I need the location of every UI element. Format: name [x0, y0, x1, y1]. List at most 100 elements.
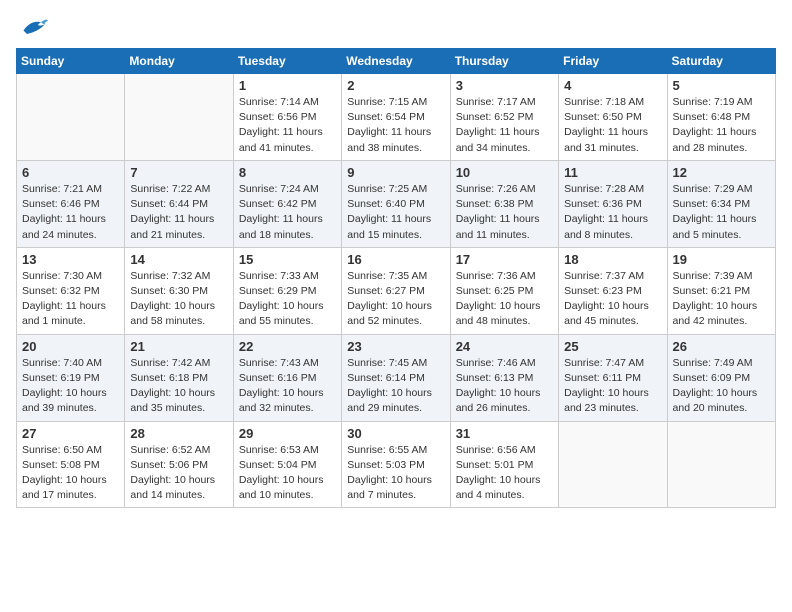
day-number: 4 [564, 78, 661, 93]
weekday-header-sunday: Sunday [17, 49, 125, 74]
day-info: Sunrise: 7:18 AM Sunset: 6:50 PM Dayligh… [564, 95, 661, 156]
day-info: Sunrise: 6:52 AM Sunset: 5:06 PM Dayligh… [130, 443, 227, 504]
day-number: 15 [239, 252, 336, 267]
day-info: Sunrise: 7:21 AM Sunset: 6:46 PM Dayligh… [22, 182, 119, 243]
calendar-cell: 27 Sunrise: 6:50 AM Sunset: 5:08 PM Dayli… [17, 421, 125, 508]
week-row-2: 6 Sunrise: 7:21 AM Sunset: 6:46 PM Daylig… [17, 160, 776, 247]
day-number: 9 [347, 165, 444, 180]
day-number: 24 [456, 339, 553, 354]
day-number: 25 [564, 339, 661, 354]
calendar-cell [667, 421, 775, 508]
calendar-cell: 9 Sunrise: 7:25 AM Sunset: 6:40 PM Daylig… [342, 160, 450, 247]
calendar-cell: 10Sunrise: 7:26 AM Sunset: 6:38 PM Dayli… [450, 160, 558, 247]
day-info: Sunrise: 7:30 AM Sunset: 6:32 PM Dayligh… [22, 269, 119, 330]
calendar-cell: 24 Sunrise: 7:46 AM Sunset: 6:13 PM Dayli… [450, 334, 558, 421]
calendar-cell: 21 Sunrise: 7:42 AM Sunset: 6:18 PM Dayli… [125, 334, 233, 421]
calendar-cell: 5Sunrise: 7:19 AM Sunset: 6:48 PM Daylig… [667, 74, 775, 161]
calendar-cell: 15 Sunrise: 7:33 AM Sunset: 6:29 PM Dayli… [233, 247, 341, 334]
calendar-cell: 3 Sunrise: 7:17 AM Sunset: 6:52 PM Daylig… [450, 74, 558, 161]
calendar-cell [17, 74, 125, 161]
day-number: 7 [130, 165, 227, 180]
day-info: Sunrise: 7:28 AM Sunset: 6:36 PM Dayligh… [564, 182, 661, 243]
weekday-header-thursday: Thursday [450, 49, 558, 74]
calendar-cell: 28 Sunrise: 6:52 AM Sunset: 5:06 PM Dayli… [125, 421, 233, 508]
calendar-cell: 25Sunrise: 7:47 AM Sunset: 6:11 PM Dayli… [559, 334, 667, 421]
calendar-cell: 19 Sunrise: 7:39 AM Sunset: 6:21 PM Dayli… [667, 247, 775, 334]
day-info: Sunrise: 7:39 AM Sunset: 6:21 PM Dayligh… [673, 269, 770, 330]
day-info: Sunrise: 7:14 AM Sunset: 6:56 PM Dayligh… [239, 95, 336, 156]
day-number: 1 [239, 78, 336, 93]
day-number: 23 [347, 339, 444, 354]
day-info: Sunrise: 7:42 AM Sunset: 6:18 PM Dayligh… [130, 356, 227, 417]
day-info: Sunrise: 6:53 AM Sunset: 5:04 PM Dayligh… [239, 443, 336, 504]
day-info: Sunrise: 6:50 AM Sunset: 5:08 PM Dayligh… [22, 443, 119, 504]
logo-bird-icon [20, 16, 48, 38]
calendar-cell: 11Sunrise: 7:28 AM Sunset: 6:36 PM Dayli… [559, 160, 667, 247]
week-row-5: 27 Sunrise: 6:50 AM Sunset: 5:08 PM Dayli… [17, 421, 776, 508]
day-info: Sunrise: 6:55 AM Sunset: 5:03 PM Dayligh… [347, 443, 444, 504]
calendar-cell: 30 Sunrise: 6:55 AM Sunset: 5:03 PM Dayli… [342, 421, 450, 508]
day-number: 22 [239, 339, 336, 354]
calendar-cell [125, 74, 233, 161]
weekday-header-wednesday: Wednesday [342, 49, 450, 74]
day-info: Sunrise: 7:15 AM Sunset: 6:54 PM Dayligh… [347, 95, 444, 156]
day-number: 8 [239, 165, 336, 180]
day-info: Sunrise: 7:17 AM Sunset: 6:52 PM Dayligh… [456, 95, 553, 156]
calendar-cell: 7Sunrise: 7:22 AM Sunset: 6:44 PM Daylig… [125, 160, 233, 247]
calendar-cell [559, 421, 667, 508]
calendar-cell: 6 Sunrise: 7:21 AM Sunset: 6:46 PM Daylig… [17, 160, 125, 247]
day-info: Sunrise: 7:40 AM Sunset: 6:19 PM Dayligh… [22, 356, 119, 417]
weekday-header-row: SundayMondayTuesdayWednesdayThursdayFrid… [17, 49, 776, 74]
day-number: 21 [130, 339, 227, 354]
day-number: 13 [22, 252, 119, 267]
day-number: 14 [130, 252, 227, 267]
day-info: Sunrise: 7:25 AM Sunset: 6:40 PM Dayligh… [347, 182, 444, 243]
day-info: Sunrise: 7:45 AM Sunset: 6:14 PM Dayligh… [347, 356, 444, 417]
day-number: 26 [673, 339, 770, 354]
calendar-cell: 4 Sunrise: 7:18 AM Sunset: 6:50 PM Daylig… [559, 74, 667, 161]
day-info: Sunrise: 7:46 AM Sunset: 6:13 PM Dayligh… [456, 356, 553, 417]
calendar-cell: 31 Sunrise: 6:56 AM Sunset: 5:01 PM Dayli… [450, 421, 558, 508]
day-number: 12 [673, 165, 770, 180]
calendar-cell: 8 Sunrise: 7:24 AM Sunset: 6:42 PM Daylig… [233, 160, 341, 247]
day-number: 19 [673, 252, 770, 267]
day-number: 3 [456, 78, 553, 93]
weekday-header-tuesday: Tuesday [233, 49, 341, 74]
page-header [16, 16, 776, 38]
day-info: Sunrise: 7:37 AM Sunset: 6:23 PM Dayligh… [564, 269, 661, 330]
calendar-cell: 14 Sunrise: 7:32 AM Sunset: 6:30 PM Dayli… [125, 247, 233, 334]
week-row-3: 13 Sunrise: 7:30 AM Sunset: 6:32 PM Dayli… [17, 247, 776, 334]
day-info: Sunrise: 7:29 AM Sunset: 6:34 PM Dayligh… [673, 182, 770, 243]
day-number: 27 [22, 426, 119, 441]
calendar-cell: 29 Sunrise: 6:53 AM Sunset: 5:04 PM Dayli… [233, 421, 341, 508]
calendar-cell: 12 Sunrise: 7:29 AM Sunset: 6:34 PM Dayli… [667, 160, 775, 247]
day-info: Sunrise: 7:24 AM Sunset: 6:42 PM Dayligh… [239, 182, 336, 243]
day-info: Sunrise: 7:35 AM Sunset: 6:27 PM Dayligh… [347, 269, 444, 330]
calendar-table: SundayMondayTuesdayWednesdayThursdayFrid… [16, 48, 776, 508]
day-number: 30 [347, 426, 444, 441]
day-number: 28 [130, 426, 227, 441]
day-info: Sunrise: 6:56 AM Sunset: 5:01 PM Dayligh… [456, 443, 553, 504]
day-number: 17 [456, 252, 553, 267]
week-row-1: 1 Sunrise: 7:14 AM Sunset: 6:56 PM Daylig… [17, 74, 776, 161]
calendar-cell: 23 Sunrise: 7:45 AM Sunset: 6:14 PM Dayli… [342, 334, 450, 421]
day-number: 18 [564, 252, 661, 267]
day-number: 29 [239, 426, 336, 441]
calendar-cell: 13 Sunrise: 7:30 AM Sunset: 6:32 PM Dayli… [17, 247, 125, 334]
day-info: Sunrise: 7:32 AM Sunset: 6:30 PM Dayligh… [130, 269, 227, 330]
calendar-cell: 2Sunrise: 7:15 AM Sunset: 6:54 PM Daylig… [342, 74, 450, 161]
weekday-header-saturday: Saturday [667, 49, 775, 74]
week-row-4: 20Sunrise: 7:40 AM Sunset: 6:19 PM Dayli… [17, 334, 776, 421]
calendar-cell: 26Sunrise: 7:49 AM Sunset: 6:09 PM Dayli… [667, 334, 775, 421]
calendar-cell: 17 Sunrise: 7:36 AM Sunset: 6:25 PM Dayli… [450, 247, 558, 334]
day-info: Sunrise: 7:36 AM Sunset: 6:25 PM Dayligh… [456, 269, 553, 330]
day-number: 31 [456, 426, 553, 441]
day-number: 6 [22, 165, 119, 180]
day-info: Sunrise: 7:43 AM Sunset: 6:16 PM Dayligh… [239, 356, 336, 417]
weekday-header-friday: Friday [559, 49, 667, 74]
day-info: Sunrise: 7:33 AM Sunset: 6:29 PM Dayligh… [239, 269, 336, 330]
logo [16, 16, 48, 38]
calendar-cell: 18 Sunrise: 7:37 AM Sunset: 6:23 PM Dayli… [559, 247, 667, 334]
calendar-cell: 16Sunrise: 7:35 AM Sunset: 6:27 PM Dayli… [342, 247, 450, 334]
day-info: Sunrise: 7:19 AM Sunset: 6:48 PM Dayligh… [673, 95, 770, 156]
